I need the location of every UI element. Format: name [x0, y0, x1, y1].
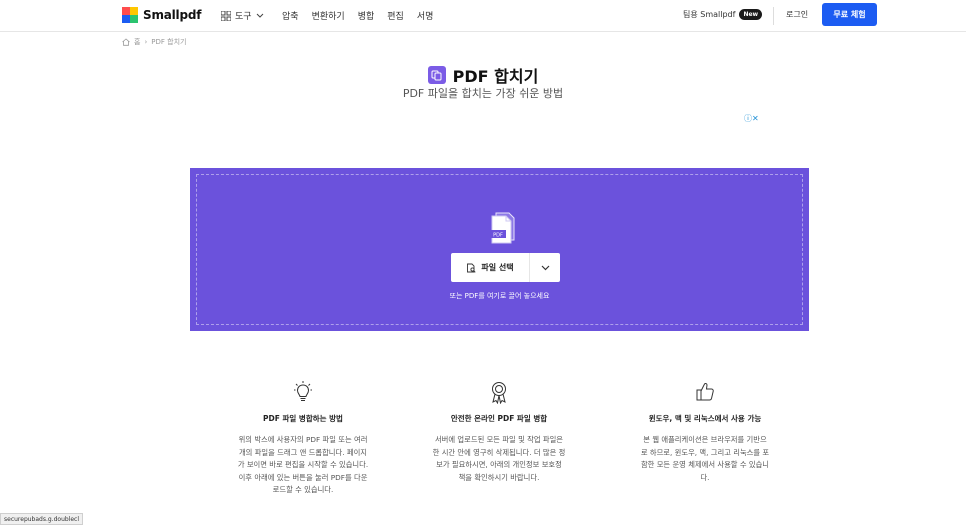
choose-file-button[interactable]: 파일 선택 — [451, 253, 530, 282]
nav-link-merge[interactable]: 병합 — [358, 9, 375, 22]
nav-link-sign[interactable]: 서명 — [417, 9, 434, 22]
top-navigation: Smallpdf 도구 압축 변환하기 병합 편집 서명 팀용 Smallpdf… — [0, 0, 966, 32]
breadcrumb-separator: › — [144, 38, 148, 46]
chevron-down-icon — [256, 13, 263, 18]
file-drop-zone[interactable]: PDF 파일 선택 또는 PDF를 여기로 끌어 놓으세요 — [190, 168, 809, 331]
team-promo-link[interactable]: 팀용 Smallpdf New — [683, 9, 763, 20]
chevron-down-icon — [541, 265, 549, 270]
brand-name: Smallpdf — [143, 8, 202, 22]
feature-description: 본 웹 애플리케이션은 브라우저를 기반으 로 하므로, 윈도우, 맥, 그리고 … — [640, 435, 770, 482]
feature-how-to: PDF 파일 병합하는 방법 위의 박스에 사용자의 PDF 파일 또는 여러 개… — [218, 380, 388, 497]
home-icon — [122, 38, 130, 46]
nav-link-edit[interactable]: 편집 — [387, 9, 404, 22]
login-link[interactable]: 로그인 — [786, 9, 808, 20]
nav-links: 압축 변환하기 병합 편집 서명 — [282, 9, 433, 22]
breadcrumb-current: PDF 합치기 — [151, 38, 187, 46]
grid-icon — [221, 10, 231, 21]
thumbs-up-icon — [696, 382, 714, 401]
pdf-document-icon: PDF — [490, 212, 515, 244]
feature-security: 안전한 온라인 PDF 파일 병합 서버에 업로드된 모든 파일 및 작업 파일… — [414, 380, 584, 484]
page-header: PDF 합치기 — [0, 63, 966, 87]
nav-link-convert[interactable]: 변환하기 — [312, 9, 345, 22]
merge-tool-icon — [427, 66, 446, 84]
feature-title: PDF 파일 병합하는 방법 — [263, 414, 343, 423]
breadcrumb-home[interactable]: 홈 — [134, 37, 140, 47]
choose-source-dropdown[interactable] — [530, 253, 560, 282]
feature-title: 윈도우, 맥 및 리눅스에서 사용 가능 — [648, 414, 762, 423]
free-trial-button[interactable]: 무료 체험 — [822, 3, 877, 26]
file-search-icon — [467, 263, 476, 273]
brand-logo[interactable]: Smallpdf — [122, 7, 201, 23]
lightbulb-icon — [294, 381, 312, 401]
tools-menu-label: 도구 — [235, 12, 252, 22]
drop-zone-border: PDF 파일 선택 또는 PDF를 여기로 끌어 놓으세요 — [196, 174, 803, 325]
drop-hint: 또는 PDF를 여기로 끌어 놓으세요 — [449, 292, 550, 300]
choose-file-label: 파일 선택 — [481, 263, 514, 272]
feature-title: 안전한 온라인 PDF 파일 병합 — [450, 414, 548, 423]
feature-description: 위의 박스에 사용자의 PDF 파일 또는 여러 개의 파일을 드래그 앤 드롭합… — [237, 435, 369, 494]
breadcrumb: 홈 › PDF 합치기 — [122, 37, 186, 47]
choose-file-control: 파일 선택 — [451, 253, 560, 282]
page-title: PDF 합치기 — [452, 67, 539, 86]
new-badge: New — [739, 9, 763, 20]
smallpdf-logo-icon — [122, 7, 138, 23]
nav-divider — [773, 7, 774, 25]
team-promo-label: 팀용 Smallpdf — [683, 10, 736, 19]
tools-menu[interactable]: 도구 — [221, 9, 264, 22]
award-ribbon-icon — [492, 382, 506, 404]
feature-description: 서버에 업로드된 모든 파일 및 작업 파일은 한 시간 안에 영구히 삭제됩니다… — [432, 435, 566, 482]
browser-status-bar: securepubads.g.doublecl — [0, 513, 84, 525]
ad-choices-icon[interactable]: ⓘ✕ — [744, 113, 759, 124]
feature-platforms: 윈도우, 맥 및 리눅스에서 사용 가능 본 웹 애플리케이션은 브라우저를 기… — [620, 380, 790, 484]
page-subtitle: PDF 파일을 합치는 가장 쉬운 방법 — [402, 87, 564, 100]
pdf-icon-label: PDF — [493, 233, 503, 239]
nav-link-compress[interactable]: 압축 — [282, 9, 299, 22]
